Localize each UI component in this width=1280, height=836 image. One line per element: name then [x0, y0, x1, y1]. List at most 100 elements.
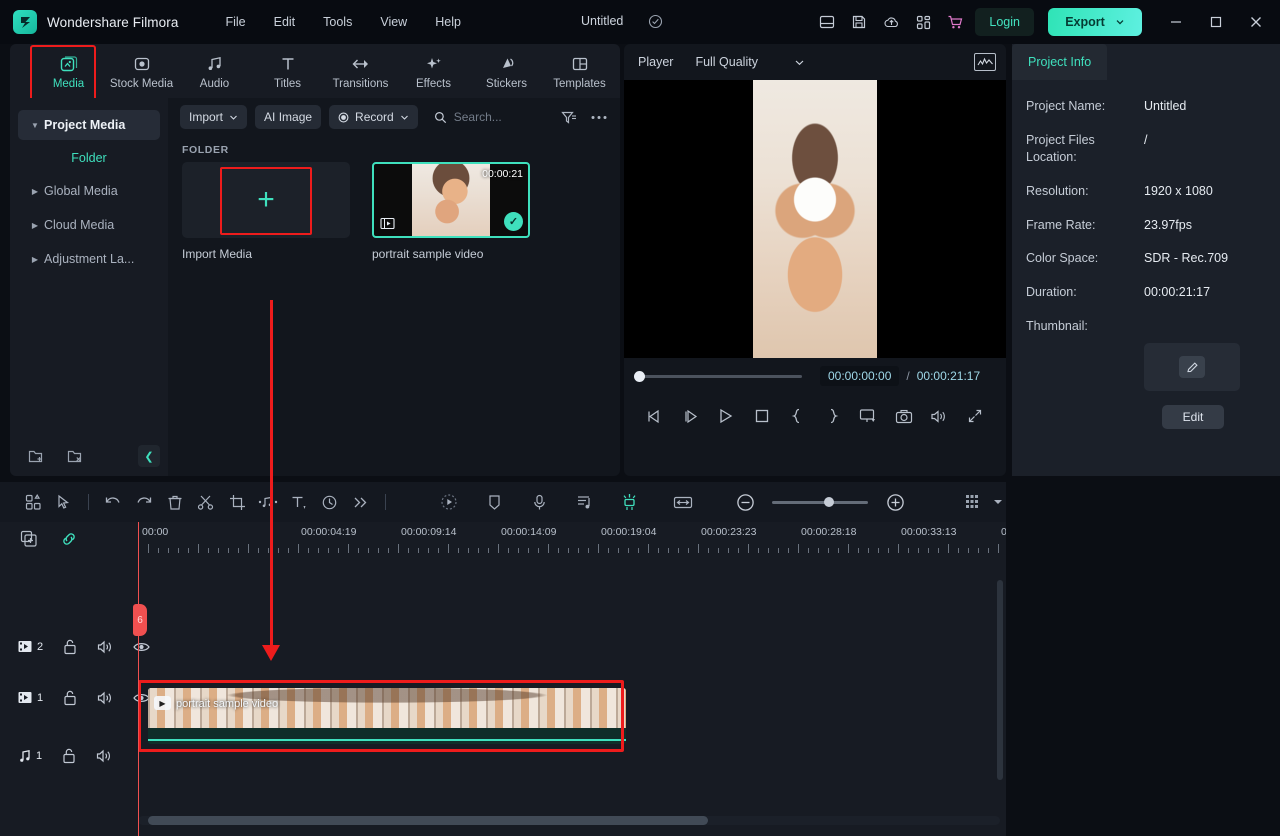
player-stage[interactable]: [624, 80, 1006, 358]
track-lane-audio-1[interactable]: [138, 744, 1006, 794]
menu-help[interactable]: Help: [422, 10, 474, 34]
edit-thumbnail-button[interactable]: Edit: [1162, 405, 1224, 429]
tab-audio[interactable]: Audio: [178, 46, 251, 96]
mic-icon[interactable]: [524, 487, 555, 517]
record-voice-play-icon[interactable]: [434, 487, 465, 517]
info-row-project-files-location: Project Files Location: /: [1026, 132, 1266, 166]
current-timecode[interactable]: 00:00:00:00: [820, 366, 900, 386]
menu-edit[interactable]: Edit: [261, 10, 309, 34]
timeline-ruler[interactable]: 00:00 00:00:04:19 00:00:09:14 00:00:14:0…: [138, 522, 1006, 556]
maximize-button[interactable]: [1196, 0, 1236, 44]
audio-split-icon[interactable]: [253, 487, 284, 517]
new-folder-icon[interactable]: [28, 448, 45, 465]
sidebar-folder-label[interactable]: Folder: [10, 144, 168, 172]
minimize-button[interactable]: [1156, 0, 1196, 44]
marker-icon[interactable]: [479, 487, 510, 517]
display-settings-icon[interactable]: [958, 487, 989, 517]
zoom-in-icon[interactable]: [878, 487, 912, 517]
mute-icon[interactable]: [97, 640, 113, 654]
crop-icon[interactable]: [221, 487, 252, 517]
waveform-scope-icon[interactable]: [974, 53, 996, 71]
collapse-sidebar-button[interactable]: ❮: [138, 445, 160, 467]
add-track-icon[interactable]: [20, 530, 38, 548]
tab-media[interactable]: Media: [30, 45, 105, 101]
tab-stickers[interactable]: Stickers: [470, 46, 543, 96]
speed-icon[interactable]: [315, 487, 346, 517]
cart-icon[interactable]: [939, 6, 971, 38]
tab-titles[interactable]: Titles: [251, 46, 324, 96]
tab-transitions[interactable]: Transitions: [324, 46, 397, 96]
timeline-vertical-scrollbar[interactable]: [997, 580, 1003, 780]
zoom-slider[interactable]: [772, 497, 869, 507]
record-button[interactable]: Record: [329, 105, 418, 129]
mute-icon[interactable]: [96, 749, 112, 763]
media-thumbnail[interactable]: 00:00:21 ✓: [372, 162, 530, 238]
undo-icon[interactable]: [97, 487, 128, 517]
volume-icon[interactable]: [928, 405, 950, 427]
export-button[interactable]: Export: [1048, 8, 1142, 36]
playhead-line[interactable]: [138, 522, 139, 836]
timeline-clip[interactable]: ▶ portrait sample video: [148, 688, 626, 744]
playhead-marker[interactable]: 6: [133, 604, 147, 636]
login-button[interactable]: Login: [975, 8, 1034, 36]
tab-stock-media[interactable]: Stock Media: [105, 46, 178, 96]
track-lane-video-1[interactable]: ▶ portrait sample video: [138, 680, 1006, 752]
import-button[interactable]: Import: [180, 105, 248, 129]
layout-icon[interactable]: [811, 6, 843, 38]
search-input[interactable]: [453, 110, 550, 124]
filter-icon[interactable]: [558, 107, 580, 128]
fit-timeline-icon[interactable]: [667, 487, 698, 517]
tab-effects[interactable]: Effects: [397, 46, 470, 96]
scrubber-knob[interactable]: [634, 370, 645, 382]
sidebar-item-adjustment-layer[interactable]: ▶ Adjustment La...: [18, 244, 160, 274]
camera-icon[interactable]: [893, 405, 915, 427]
lock-icon[interactable]: [62, 748, 76, 764]
text-icon[interactable]: [284, 487, 315, 517]
search-icon: [434, 111, 446, 123]
snapshot-screen-icon[interactable]: [857, 405, 879, 427]
save-icon[interactable]: [843, 6, 875, 38]
next-frame-icon[interactable]: [680, 405, 702, 427]
grid-view-icon[interactable]: [18, 487, 49, 517]
play-icon[interactable]: [715, 405, 737, 427]
menu-view[interactable]: View: [367, 10, 420, 34]
menu-tools[interactable]: Tools: [310, 10, 365, 34]
chevron-down-icon: [400, 115, 408, 120]
scissors-icon[interactable]: [190, 487, 221, 517]
sidebar-item-global-media[interactable]: ▶ Global Media: [18, 176, 160, 206]
sidebar-item-cloud-media[interactable]: ▶ Cloud Media: [18, 210, 160, 240]
quality-select[interactable]: Full Quality: [695, 55, 805, 69]
apps-grid-icon[interactable]: [907, 6, 939, 38]
delete-folder-icon[interactable]: [67, 448, 84, 465]
select-tool-icon[interactable]: [49, 487, 80, 517]
redo-icon[interactable]: [128, 487, 159, 517]
timeline-horizontal-scrollbar[interactable]: [148, 816, 708, 825]
thumbnail-preview[interactable]: [1144, 343, 1240, 391]
mark-out-icon[interactable]: [822, 405, 844, 427]
more-horizontal-icon[interactable]: [588, 112, 610, 123]
prev-frame-icon[interactable]: [644, 405, 666, 427]
fullscreen-icon[interactable]: [964, 405, 986, 427]
import-media-tile[interactable]: +: [182, 162, 350, 238]
audio-mixer-icon[interactable]: [569, 487, 600, 517]
lock-icon[interactable]: [63, 639, 77, 655]
chevron-down-icon[interactable]: [990, 487, 1006, 517]
auto-beat-icon[interactable]: [614, 487, 645, 517]
link-icon[interactable]: [60, 530, 78, 548]
mark-in-icon[interactable]: [786, 405, 808, 427]
sidebar-item-project-media[interactable]: ▼ Project Media: [18, 110, 160, 140]
close-button[interactable]: [1236, 0, 1276, 44]
cloud-upload-icon[interactable]: [875, 6, 907, 38]
lock-icon[interactable]: [63, 690, 77, 706]
delete-icon[interactable]: [159, 487, 190, 517]
mute-icon[interactable]: [97, 691, 113, 705]
zoom-out-icon[interactable]: [728, 487, 762, 517]
menu-file[interactable]: File: [212, 10, 258, 34]
more-chevrons-icon[interactable]: [346, 487, 377, 517]
tab-templates[interactable]: Templates: [543, 46, 616, 96]
ai-image-button[interactable]: AI Image: [255, 105, 322, 129]
tab-project-info[interactable]: Project Info: [1012, 44, 1108, 80]
zoom-slider-knob[interactable]: [824, 497, 835, 507]
playback-scrubber[interactable]: [634, 370, 802, 382]
stop-icon[interactable]: [751, 405, 773, 427]
